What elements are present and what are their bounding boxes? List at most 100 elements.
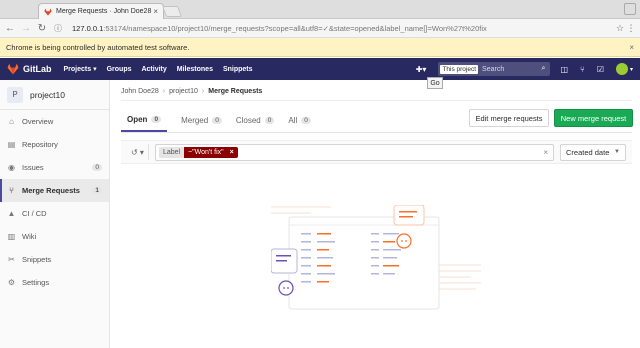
issues-count-badge: 0 <box>92 164 102 171</box>
sidebar-item-settings[interactable]: ⚙ Settings <box>0 271 109 294</box>
nav-activity[interactable]: Activity <box>141 66 166 73</box>
merge-request-icon: ⑂ <box>9 186 14 195</box>
chevron-down-icon[interactable]: ▾ <box>630 66 633 73</box>
new-merge-request-button[interactable]: New merge request <box>554 109 633 127</box>
sidebar-toggle-icon[interactable]: ◫ <box>560 65 568 74</box>
top-nav: Projects ▾ Groups Activity Milestones Sn… <box>64 65 263 74</box>
sidebar-item-label: Settings <box>22 278 50 287</box>
sidebar-project-header[interactable]: P project10 <box>0 80 109 110</box>
url-path: :53174/namespace10/project10/merge_reque… <box>103 23 487 33</box>
tab-label: Open <box>127 114 148 124</box>
filter-token-remove-icon[interactable]: × <box>230 149 234 156</box>
search-icon: ⌕ <box>541 65 546 72</box>
project-name: project10 <box>30 89 65 100</box>
tab-label: Merged <box>181 115 209 125</box>
state-tabs: Open 0 Merged 0 Closed 0 All 0 <box>121 108 325 132</box>
breadcrumb-current[interactable]: Merge Requests <box>208 88 262 95</box>
project-avatar: P <box>7 86 23 103</box>
new-dropdown-icon[interactable]: ✚▾ <box>416 65 427 74</box>
browser-tab-title: Merge Requests · John Doe28 <box>56 8 152 15</box>
gitlab-favicon-icon <box>44 7 52 16</box>
tab-open[interactable]: Open 0 <box>121 108 168 132</box>
address-bar: ← → ↻ ⓘ 127.0.0.1:53174/namespace10/proj… <box>0 19 640 38</box>
recent-searches-icon[interactable]: ↺ ▾ <box>127 144 149 160</box>
bookmark-star-icon[interactable]: ☆ <box>614 23 626 34</box>
clear-search-icon[interactable]: × <box>543 148 548 157</box>
gitlab-logo-text: GitLab <box>23 64 52 74</box>
sidebar-item-label: CI / CD <box>22 209 47 218</box>
tab-label: All <box>288 115 298 125</box>
main-content: John Doe28 › project10 › Merge Requests … <box>111 80 640 348</box>
info-icon[interactable]: ⓘ <box>52 23 64 34</box>
tab-count-badge: 0 <box>212 116 222 124</box>
project-sidebar: P project10 ⌂ Overview ▤ Repository ◉ Is… <box>0 80 110 348</box>
gitlab-header: GitLab Projects ▾ Groups Activity Milest… <box>0 58 640 80</box>
sort-dropdown-label: Created date <box>566 147 610 157</box>
browser-tab[interactable]: Merge Requests · John Doe28 × <box>38 3 164 19</box>
forward-icon[interactable]: → <box>20 23 32 34</box>
filter-token-value-text: ~"Won't fix" <box>188 148 224 156</box>
divider <box>121 132 632 133</box>
sidebar-item-label: Repository <box>22 140 58 149</box>
merge-requests-count-badge: 1 <box>92 187 102 194</box>
home-icon: ⌂ <box>9 117 14 126</box>
sidebar-item-label: Overview <box>22 117 54 126</box>
filtered-search-input[interactable]: Label ~"Won't fix" × × <box>154 143 554 161</box>
sort-dropdown[interactable]: Created date ▼ <box>560 143 626 161</box>
rocket-icon: ▲ <box>7 209 16 218</box>
sidebar-item-label: Merge Requests <box>22 186 80 195</box>
tab-count-badge: 0 <box>264 116 275 124</box>
breadcrumb-project[interactable]: project10 <box>169 88 198 95</box>
tab-all[interactable]: All 0 <box>288 108 311 132</box>
nav-snippets[interactable]: Snippets <box>223 66 253 73</box>
breadcrumb-separator-icon: › <box>162 88 166 95</box>
breadcrumb-separator-icon: › <box>201 88 205 95</box>
header-merge-request-icon[interactable]: ⑂ <box>580 65 585 74</box>
sidebar-item-snippets[interactable]: ✂ Snippets <box>0 248 109 271</box>
sidebar-item-merge-requests[interactable]: ⑂ Merge Requests 1 <box>0 179 109 202</box>
filter-token-name[interactable]: Label <box>158 146 185 158</box>
tab-closed[interactable]: Closed 0 <box>236 108 275 132</box>
search-input[interactable]: This project Search ⌕ <box>438 62 551 76</box>
reload-icon[interactable]: ↻ <box>36 23 48 34</box>
todo-check-icon[interactable]: ☑ <box>597 65 604 74</box>
book-icon: ▥ <box>7 232 16 241</box>
tab-merged[interactable]: Merged 0 <box>181 108 222 132</box>
tab-close-icon[interactable]: × <box>153 7 158 16</box>
tab-count-badge: 0 <box>301 116 311 124</box>
search-placeholder: Search <box>482 65 505 73</box>
sidebar-item-issues[interactable]: ◉ Issues 0 <box>0 156 109 179</box>
sidebar-item-wiki[interactable]: ▥ Wiki <box>0 225 109 248</box>
nav-projects[interactable]: Projects ▾ <box>64 65 97 73</box>
nav-groups[interactable]: Groups <box>107 66 132 73</box>
new-tab-button[interactable] <box>161 6 183 17</box>
search-scope-badge: This project <box>440 64 479 74</box>
gitlab-tanuki-icon <box>7 63 19 75</box>
breadcrumb-user[interactable]: John Doe28 <box>121 88 159 95</box>
sidebar-item-repository[interactable]: ▤ Repository <box>0 133 109 156</box>
chevron-down-icon: ▼ <box>614 149 620 155</box>
sidebar-item-label: Wiki <box>22 232 37 241</box>
infobar-message: Chrome is being controlled by automated … <box>6 42 190 52</box>
infobar-close-icon[interactable]: × <box>629 43 634 52</box>
gitlab-logo[interactable]: GitLab <box>7 63 52 75</box>
tab-count-badge: 0 <box>151 115 162 123</box>
avatar[interactable] <box>615 63 628 75</box>
scissors-icon: ✂ <box>8 255 15 264</box>
url-host: 127.0.0.1 <box>72 23 104 33</box>
sidebar-item-overview[interactable]: ⌂ Overview <box>0 110 109 133</box>
sidebar-item-ci-cd[interactable]: ▲ CI / CD <box>0 202 109 225</box>
url-field[interactable]: 127.0.0.1:53174/namespace10/project10/me… <box>68 21 614 35</box>
nav-milestones[interactable]: Milestones <box>177 66 213 73</box>
edit-merge-requests-button[interactable]: Edit merge requests <box>469 109 549 127</box>
automation-infobar: Chrome is being controlled by automated … <box>0 38 640 57</box>
filter-token-value[interactable]: ~"Won't fix" × <box>184 146 238 158</box>
empty-state-illustration <box>271 205 481 310</box>
divider <box>121 100 632 101</box>
filter-bar: ↺ ▾ Label ~"Won't fix" × × Created date … <box>121 140 632 164</box>
browser-menu-icon[interactable]: ⋮ <box>626 23 636 34</box>
doc-icon: ▤ <box>7 140 16 149</box>
gear-icon: ⚙ <box>7 278 16 287</box>
browser-profile-icon[interactable] <box>624 3 636 15</box>
back-icon[interactable]: ← <box>4 23 16 34</box>
